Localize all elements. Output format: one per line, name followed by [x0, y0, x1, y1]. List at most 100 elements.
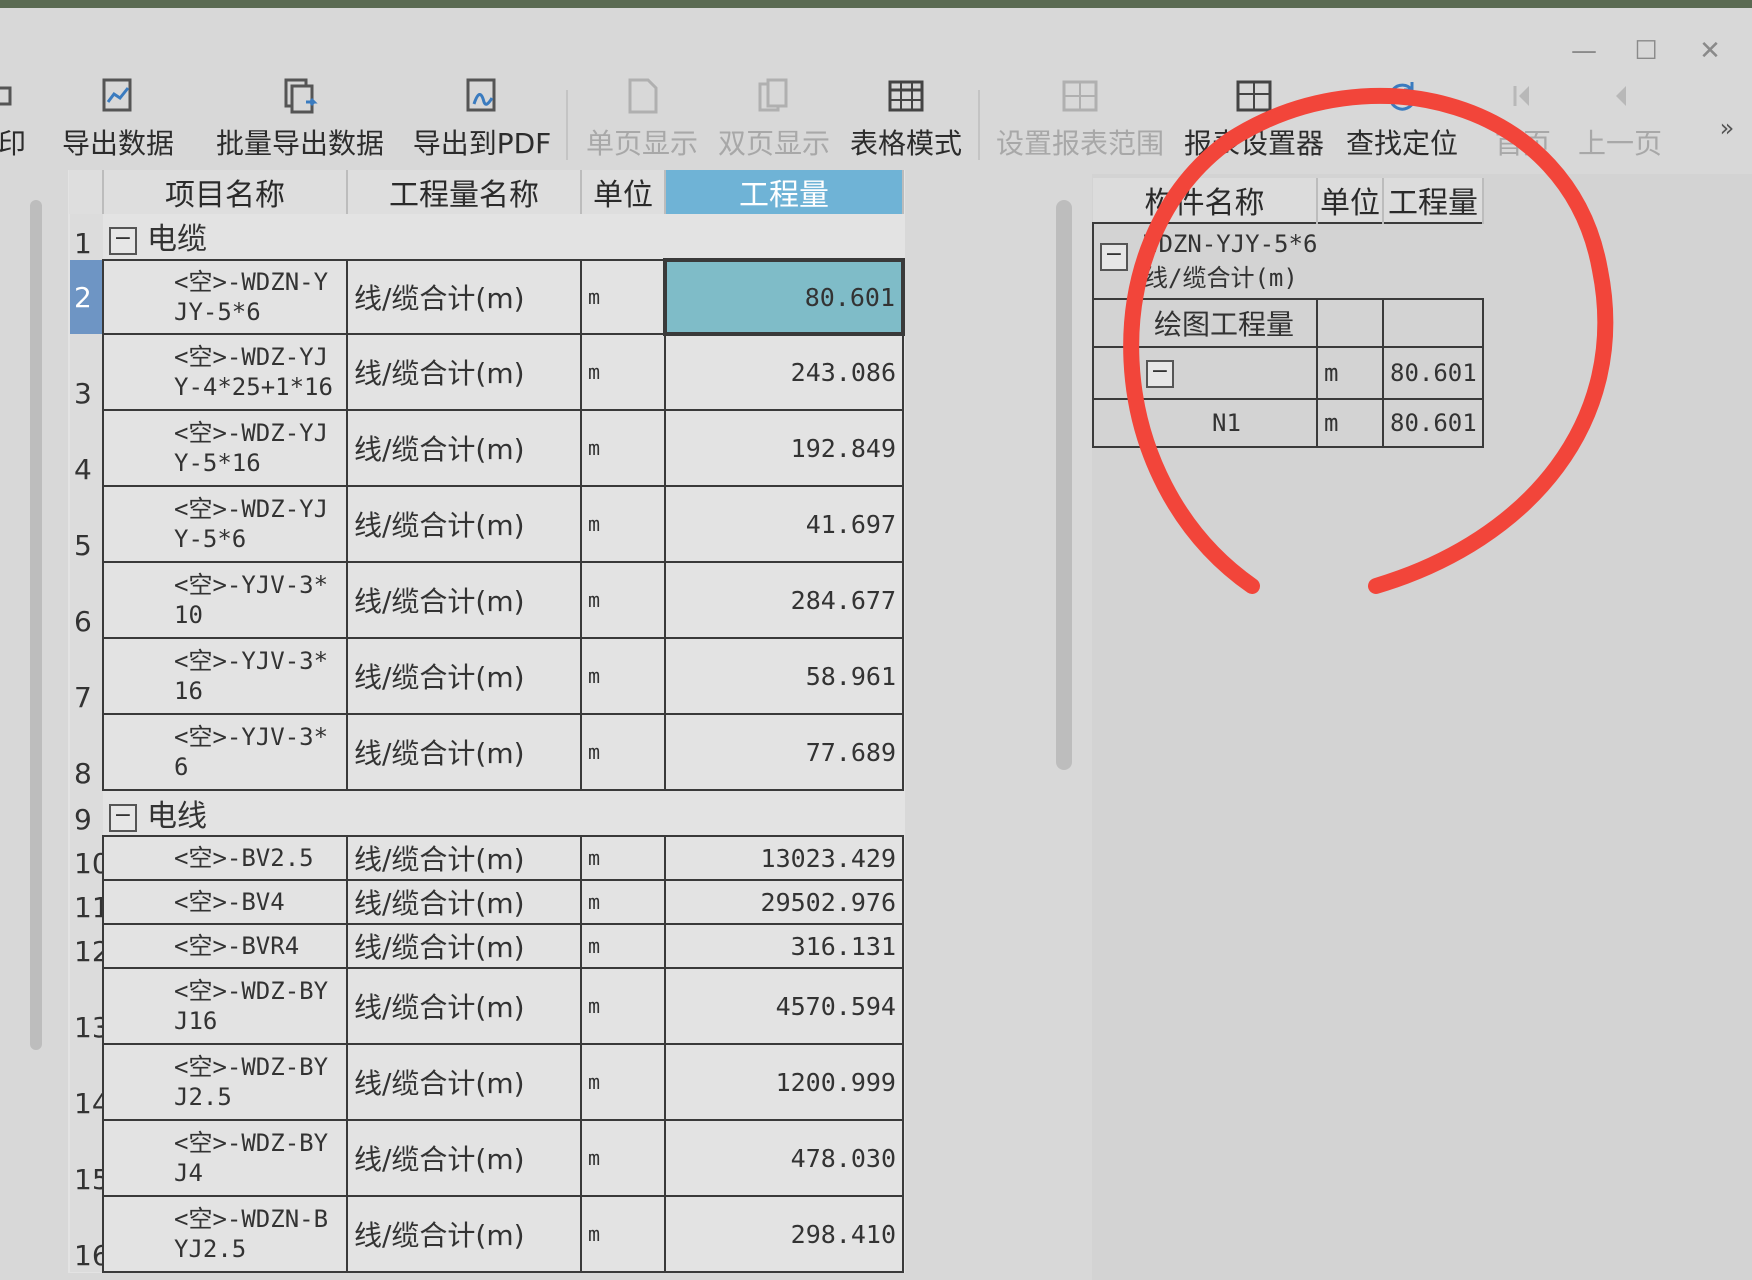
collapse-icon[interactable]: − — [1146, 359, 1174, 388]
quantity-cell[interactable]: 13023.429 — [664, 835, 904, 881]
more-tools-button[interactable]: » — [1712, 70, 1742, 174]
table-group-row[interactable]: 1 − 电缆 — [69, 214, 903, 261]
table-row[interactable]: 11 <空>-BV4 线/缆合计(m) m 29502.976 — [69, 879, 904, 925]
quantity-cell[interactable]: 243.086 — [664, 333, 904, 411]
column-header-quantity[interactable]: 工程量 — [1383, 178, 1484, 223]
detail-leaf-row[interactable]: N1 m 80.601 — [1092, 398, 1484, 448]
row-number-header — [69, 170, 104, 214]
quantity-cell[interactable]: 192.849 — [664, 409, 904, 487]
item-name-line: <空>-YJV-3* — [174, 723, 329, 751]
quantity-cell[interactable]: 316.131 — [664, 923, 904, 969]
item-name-line: <空>-YJV-3* — [174, 647, 329, 675]
quantity-cell[interactable]: 478.030 — [664, 1119, 904, 1197]
table-group-row[interactable]: 9 − 电线 — [69, 790, 903, 837]
table-row[interactable]: 7 <空>-YJV-3* 16 线/缆合计(m) m 58.961 — [69, 637, 904, 715]
first-page-button[interactable]: 首页 — [1488, 70, 1558, 174]
column-header-quantity-name[interactable]: 工程量名称 — [347, 170, 582, 214]
item-name-line: 6 — [174, 753, 189, 781]
detail-item-row[interactable]: − WDZN-YJY-5*6 线/缆合计(m) — [1092, 222, 1483, 300]
detail-sub-row[interactable]: − m 80.601 — [1092, 346, 1484, 400]
table-row[interactable]: 12 <空>-BVR4 线/缆合计(m) m 316.131 — [69, 923, 904, 969]
table-row[interactable]: 8 <空>-YJV-3* 6 线/缆合计(m) m 77.689 — [69, 713, 904, 791]
row-number: 13 — [69, 968, 103, 1044]
unit-cell: m — [580, 713, 666, 791]
unit-cell: m — [580, 259, 666, 335]
quantity-cell[interactable]: 29502.976 — [664, 879, 904, 925]
report-settings-button[interactable]: 报表设置器 — [1182, 70, 1326, 174]
prev-page-button[interactable]: 上一页 — [1570, 70, 1670, 174]
maximize-button[interactable]: ☐ — [1628, 36, 1664, 66]
table-row[interactable]: 2 <空>-WDZN-Y JY-5*6 线/缆合计(m) m 80.601 — [69, 258, 905, 336]
print-button[interactable]: 印 — [0, 70, 32, 174]
table-row[interactable]: 16 <空>-WDZN-BYJ2.5 线/缆合计(m) m 298.410 — [69, 1195, 904, 1273]
range-icon — [1062, 80, 1098, 112]
group-cell: − 电缆 — [103, 214, 903, 261]
column-header-quantity[interactable]: 工程量 — [665, 170, 904, 214]
table-icon — [888, 80, 924, 112]
table-row[interactable]: 10 <空>-BV2.5 线/缆合计(m) m 13023.429 — [69, 835, 904, 881]
item-name-cell: <空>-WDZ-YJ Y-4*25+1*16 — [102, 333, 348, 411]
unit-cell: m — [580, 1195, 666, 1273]
table-row[interactable]: 15 <空>-WDZ-BYJ4 线/缆合计(m) m 478.030 — [69, 1119, 904, 1197]
table-row[interactable]: 6 <空>-YJV-3* 10 线/缆合计(m) m 284.677 — [69, 561, 904, 639]
quantity-cell[interactable]: 284.677 — [664, 561, 904, 639]
find-locate-button[interactable]: 查找定位 — [1344, 70, 1460, 174]
collapse-icon[interactable]: − — [109, 803, 137, 832]
column-header-component-name[interactable]: 构件名称 — [1093, 178, 1318, 223]
item-name-line: Y-4*25+1*16 — [174, 373, 333, 401]
quantity-cell[interactable]: 77.689 — [664, 713, 904, 791]
detail-section-row[interactable]: 绘图工程量 — [1092, 298, 1484, 348]
quantity-table: 项目名称 工程量名称 单位 工程量 1 − 电缆 2 <空>-WDZN-Y JY-5… — [68, 170, 905, 1273]
detail-leaf-qty[interactable]: 80.601 — [1382, 398, 1484, 448]
detail-sub-unit: m — [1316, 346, 1384, 400]
quantity-cell[interactable]: 58.961 — [664, 637, 904, 715]
detail-section-label: 绘图工程量 — [1092, 298, 1318, 348]
table-row[interactable]: 3 <空>-WDZ-YJ Y-4*25+1*16 线/缆合计(m) m 243.0… — [69, 333, 904, 411]
close-button[interactable]: ✕ — [1692, 36, 1728, 66]
row-number: 2 — [69, 260, 103, 334]
item-name-line: Y-5*16 — [174, 449, 261, 477]
item-name-line: <空>-WDZ-YJ — [174, 419, 329, 447]
item-name-cell: <空>-WDZ-YJ Y-5*6 — [102, 485, 348, 563]
quantity-cell[interactable]: 1200.999 — [664, 1043, 904, 1121]
item-name-cell: <空>-WDZN-Y JY-5*6 — [102, 259, 348, 335]
row-number: 8 — [69, 714, 103, 790]
report-settings-icon — [1236, 80, 1272, 112]
table-row[interactable]: 4 <空>-WDZ-YJ Y-5*16 线/缆合计(m) m 192.849 — [69, 409, 904, 487]
export-data-button[interactable]: 导出数据 — [56, 70, 180, 174]
quantity-cell[interactable]: 41.697 — [664, 485, 904, 563]
table-row[interactable]: 13 <空>-WDZ-BYJ16 线/缆合计(m) m 4570.594 — [69, 967, 904, 1045]
item-name-line: J4 — [174, 1159, 203, 1187]
minimize-button[interactable]: — — [1566, 36, 1602, 66]
collapse-icon[interactable]: − — [1100, 243, 1128, 271]
row-number: 6 — [69, 562, 103, 638]
table-scrollbar[interactable] — [1056, 200, 1072, 770]
unit-cell: m — [580, 879, 666, 925]
column-header-item-name[interactable]: 项目名称 — [103, 170, 348, 214]
batch-export-button[interactable]: 批量导出数据 — [210, 70, 390, 174]
quantity-cell[interactable]: 298.410 — [664, 1195, 904, 1273]
detail-sub-qty[interactable]: 80.601 — [1382, 346, 1484, 400]
quantity-name-cell: 线/缆合计(m) — [346, 923, 582, 969]
single-page-button[interactable]: 单页显示 — [584, 70, 700, 174]
export-pdf-button[interactable]: 导出到PDF — [410, 70, 554, 174]
double-page-label: 双页显示 — [717, 127, 830, 160]
quantity-name-cell: 线/缆合计(m) — [346, 409, 582, 487]
item-name-line: <空>-WDZ-YJ — [174, 495, 329, 523]
left-scrollbar[interactable] — [30, 200, 42, 1050]
quantity-cell[interactable]: 4570.594 — [664, 967, 904, 1045]
table-mode-button[interactable]: 表格模式 — [848, 70, 964, 174]
detail-item-quantity-name: 线/缆合计(m) — [1144, 264, 1298, 292]
column-header-unit[interactable]: 单位 — [581, 170, 666, 214]
table-row[interactable]: 14 <空>-WDZ-BYJ2.5 线/缆合计(m) m 1200.999 — [69, 1043, 904, 1121]
table-row[interactable]: 5 <空>-WDZ-YJ Y-5*6 线/缆合计(m) m 41.697 — [69, 485, 904, 563]
quantity-cell[interactable]: 80.601 — [663, 258, 905, 336]
double-page-button[interactable]: 双页显示 — [716, 70, 832, 174]
detail-sub-name: − — [1092, 346, 1318, 400]
set-range-button[interactable]: 设置报表范围 — [996, 70, 1164, 174]
item-name-line: <空>-WDZ-BY — [174, 1053, 329, 1081]
column-header-unit[interactable]: 单位 — [1317, 178, 1384, 223]
chevron-double-right-icon: » — [1719, 114, 1735, 142]
collapse-icon[interactable]: − — [109, 226, 137, 255]
item-name-line: <空>-WDZ-BY — [174, 977, 329, 1005]
